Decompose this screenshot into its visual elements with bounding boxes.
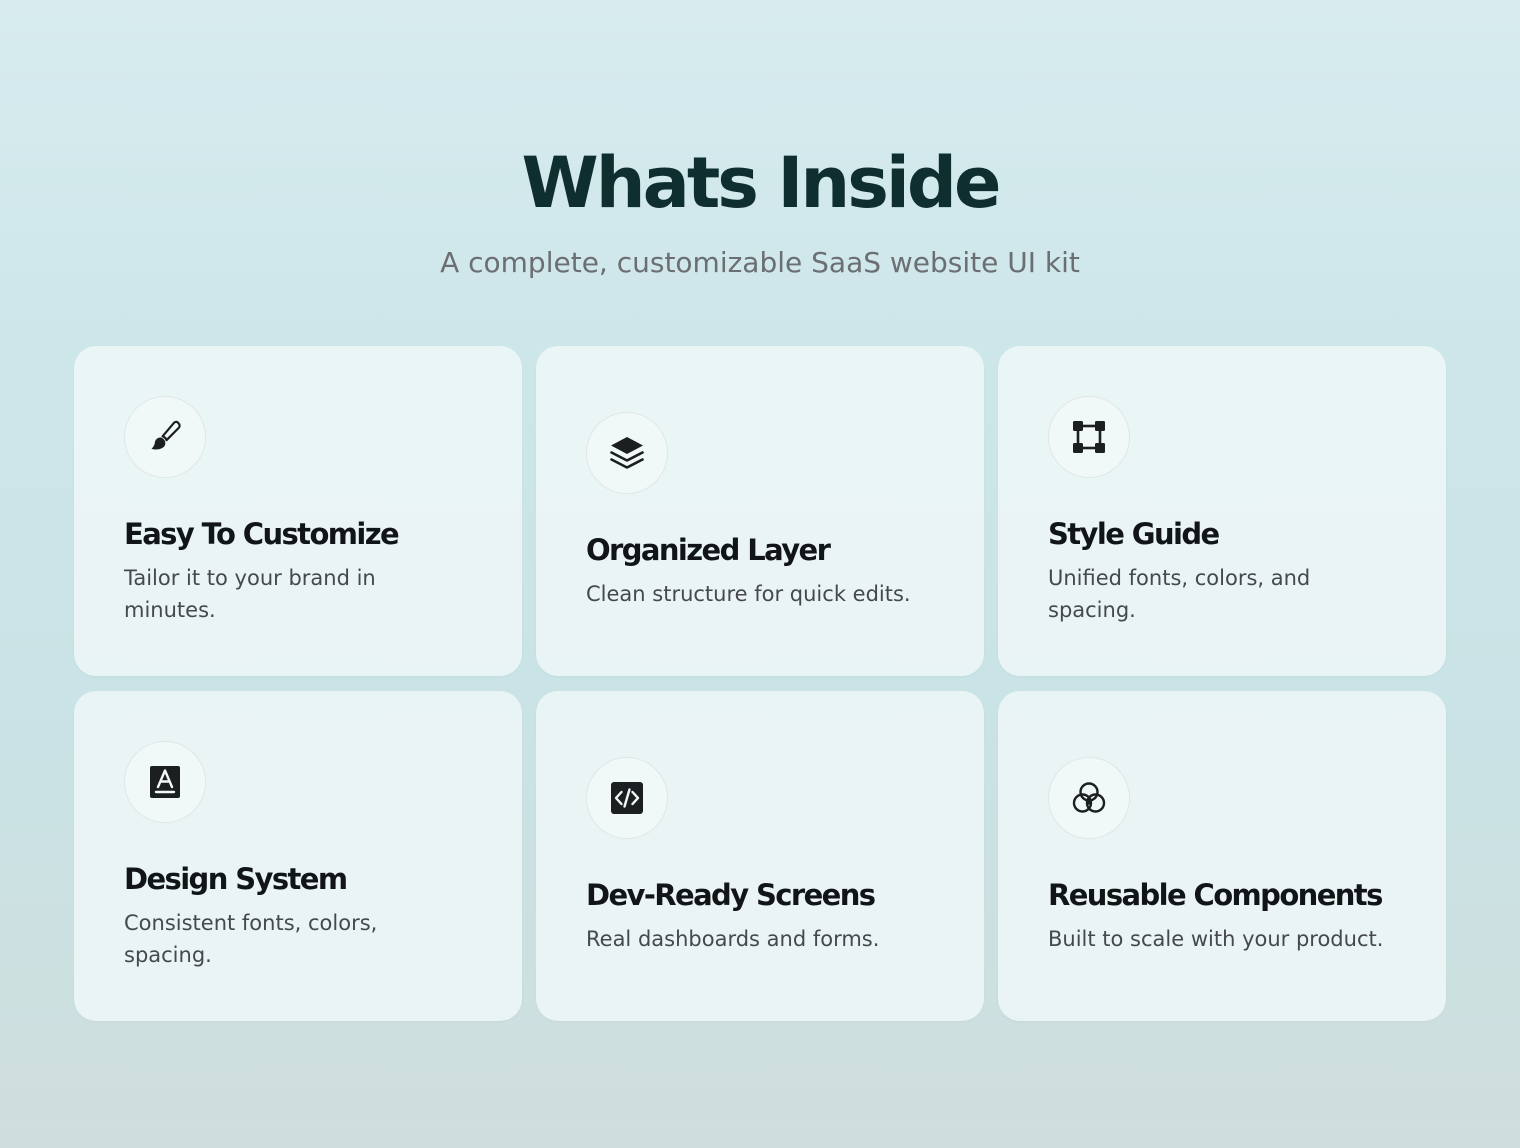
feature-title: Design System (124, 862, 348, 896)
feature-card-organized-layer: Organized Layer Clean structure for quic… (536, 346, 984, 676)
whats-inside-section: Whats Inside A complete, customizable Sa… (0, 0, 1520, 1148)
overlapping-circles-icon (1048, 757, 1130, 839)
feature-card-style-guide: Style Guide Unified fonts, colors, and s… (998, 346, 1446, 676)
section-subtitle: A complete, customizable SaaS website UI… (440, 246, 1080, 279)
text-font-icon (124, 741, 206, 823)
frame-nodes-icon (1048, 396, 1130, 478)
feature-title: Reusable Components (1048, 878, 1383, 912)
feature-description: Unified fonts, colors, and spacing. (1048, 566, 1311, 622)
feature-description: Built to scale with your product. (1048, 927, 1384, 951)
section-title: Whats Inside (521, 142, 1002, 224)
feature-title: Easy To Customize (124, 517, 400, 551)
layers-icon (586, 412, 668, 494)
feature-grid: Easy To Customize Tailor it to your bran… (74, 346, 1446, 1021)
feature-description: Tailor it to your brand in minutes. (124, 566, 376, 622)
feature-description: Real dashboards and forms. (586, 927, 880, 951)
code-icon (586, 757, 668, 839)
feature-card-design-system: Design System Consistent fonts, colors, … (74, 691, 522, 1021)
feature-title: Style Guide (1048, 517, 1220, 551)
feature-title: Dev-Ready Screens (586, 878, 876, 912)
feature-title: Organized Layer (586, 533, 831, 567)
paintbrush-icon (124, 396, 206, 478)
feature-card-easy-to-customize: Easy To Customize Tailor it to your bran… (74, 346, 522, 676)
feature-description: Consistent fonts, colors, spacing. (124, 911, 378, 967)
feature-description: Clean structure for quick edits. (586, 582, 911, 606)
feature-card-dev-ready-screens: Dev-Ready Screens Real dashboards and fo… (536, 691, 984, 1021)
feature-card-reusable-components: Reusable Components Built to scale with … (998, 691, 1446, 1021)
